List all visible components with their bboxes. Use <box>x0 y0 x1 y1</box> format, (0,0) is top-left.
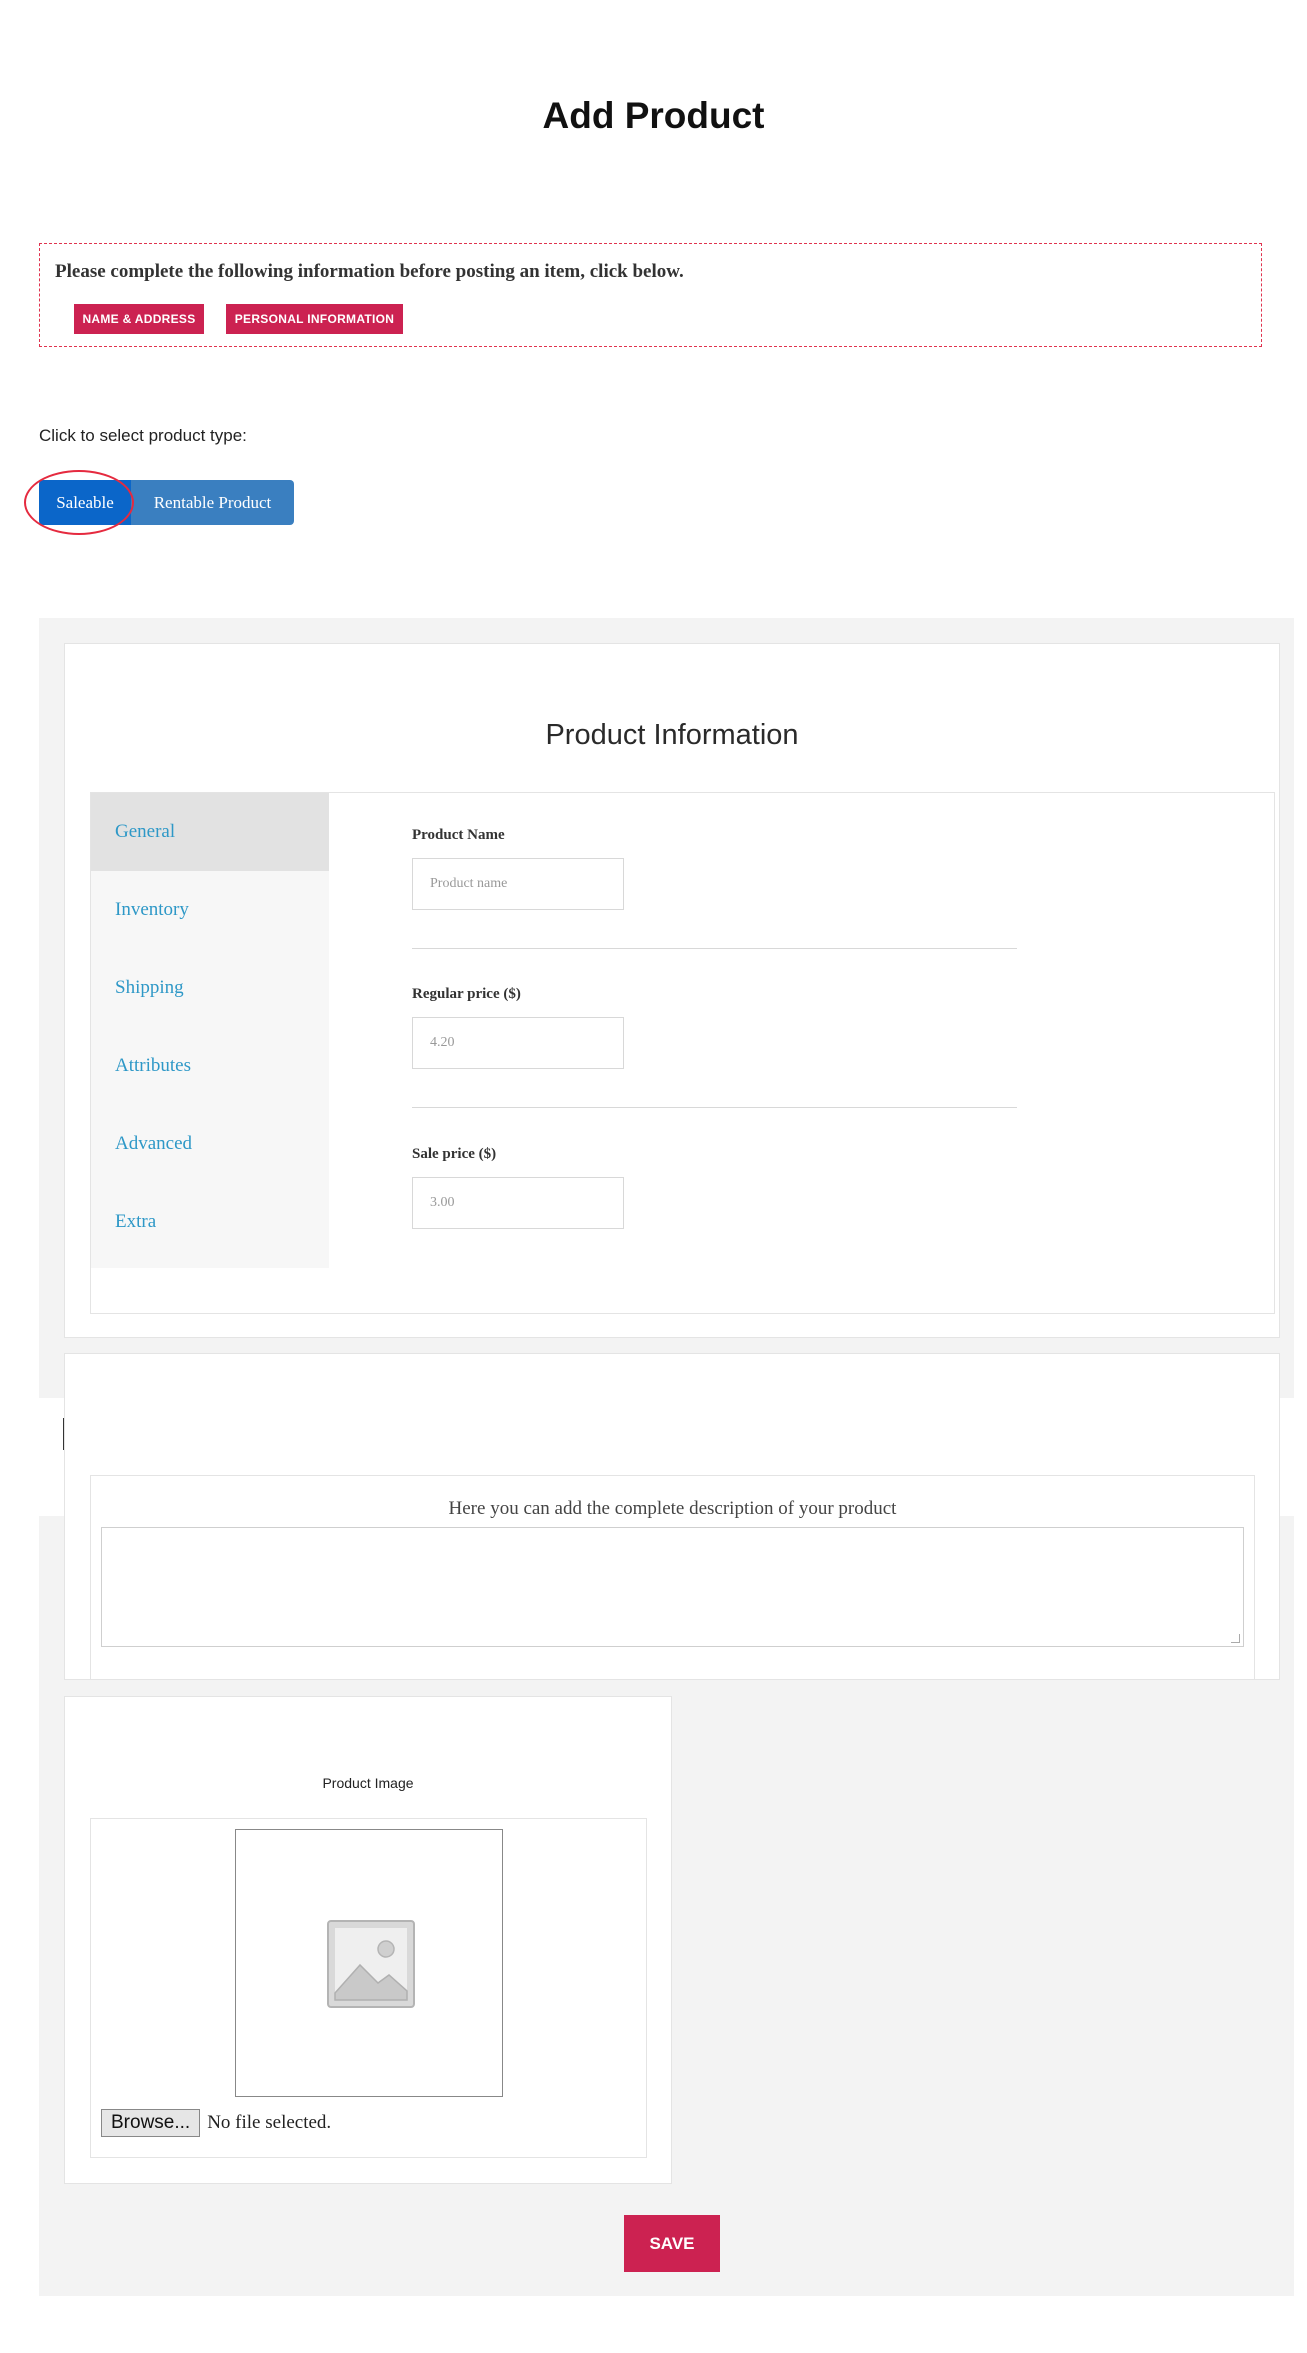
resize-handle-icon[interactable] <box>1231 1634 1240 1643</box>
browse-button[interactable]: Browse... <box>101 2109 201 2137</box>
file-status: No file selected. <box>207 2112 332 2133</box>
product-tabs-panel: General Inventory Shipping Attributes Ad… <box>90 792 1275 1314</box>
product-name-label: Product Name <box>412 827 505 843</box>
regular-price-label: Regular price ($) <box>412 986 521 1002</box>
description-caption: Here you can add the complete descriptio… <box>448 1498 897 1519</box>
product-information-card: Product Information General Inventory Sh… <box>64 643 1280 1338</box>
product-type-label: Click to select product type: <box>39 426 247 445</box>
description-panel: Here you can add the complete descriptio… <box>90 1475 1255 1680</box>
product-image-card: Product Image Browse... No file selected… <box>64 1696 672 2184</box>
page-title: Add Product <box>542 95 765 136</box>
rentable-product-button[interactable]: Rentable Product <box>131 480 294 525</box>
tab-list: General Inventory Shipping Attributes Ad… <box>91 793 329 1268</box>
tab-attributes[interactable]: Attributes <box>91 1027 329 1105</box>
description-textarea[interactable] <box>101 1527 1244 1647</box>
image-preview <box>235 1829 503 2097</box>
tab-inventory[interactable]: Inventory <box>91 871 329 949</box>
image-upload-panel: Browse... No file selected. <box>90 1818 647 2158</box>
field-divider <box>412 948 1017 949</box>
name-address-button[interactable]: NAME & ADDRESS <box>74 304 204 334</box>
tab-extra[interactable]: Extra <box>91 1183 329 1261</box>
tab-general[interactable]: General <box>91 793 329 871</box>
product-name-input[interactable]: Product name <box>412 858 624 910</box>
product-image-heading: Product Image <box>322 1775 414 1791</box>
field-divider <box>412 1107 1017 1108</box>
regular-price-input[interactable]: 4.20 <box>412 1017 624 1069</box>
saleable-button[interactable]: Saleable <box>39 480 131 525</box>
tab-advanced[interactable]: Advanced <box>91 1105 329 1183</box>
product-type-selector: Saleable Rentable Product <box>39 480 294 525</box>
sale-price-input[interactable]: 3.00 <box>412 1177 624 1229</box>
personal-information-button[interactable]: PERSONAL INFORMATION <box>226 304 403 334</box>
notice-message: Please complete the following informatio… <box>55 261 684 282</box>
sale-price-label: Sale price ($) <box>412 1146 497 1162</box>
description-card: Here you can add the complete descriptio… <box>64 1353 1280 1680</box>
save-button[interactable]: SAVE <box>624 2215 720 2272</box>
file-picker: Browse... No file selected. <box>101 2109 331 2137</box>
image-placeholder-icon <box>327 1920 415 2008</box>
profile-notice: Please complete the following informatio… <box>39 243 1262 347</box>
product-information-heading: Product Information <box>545 719 799 751</box>
tab-shipping[interactable]: Shipping <box>91 949 329 1027</box>
